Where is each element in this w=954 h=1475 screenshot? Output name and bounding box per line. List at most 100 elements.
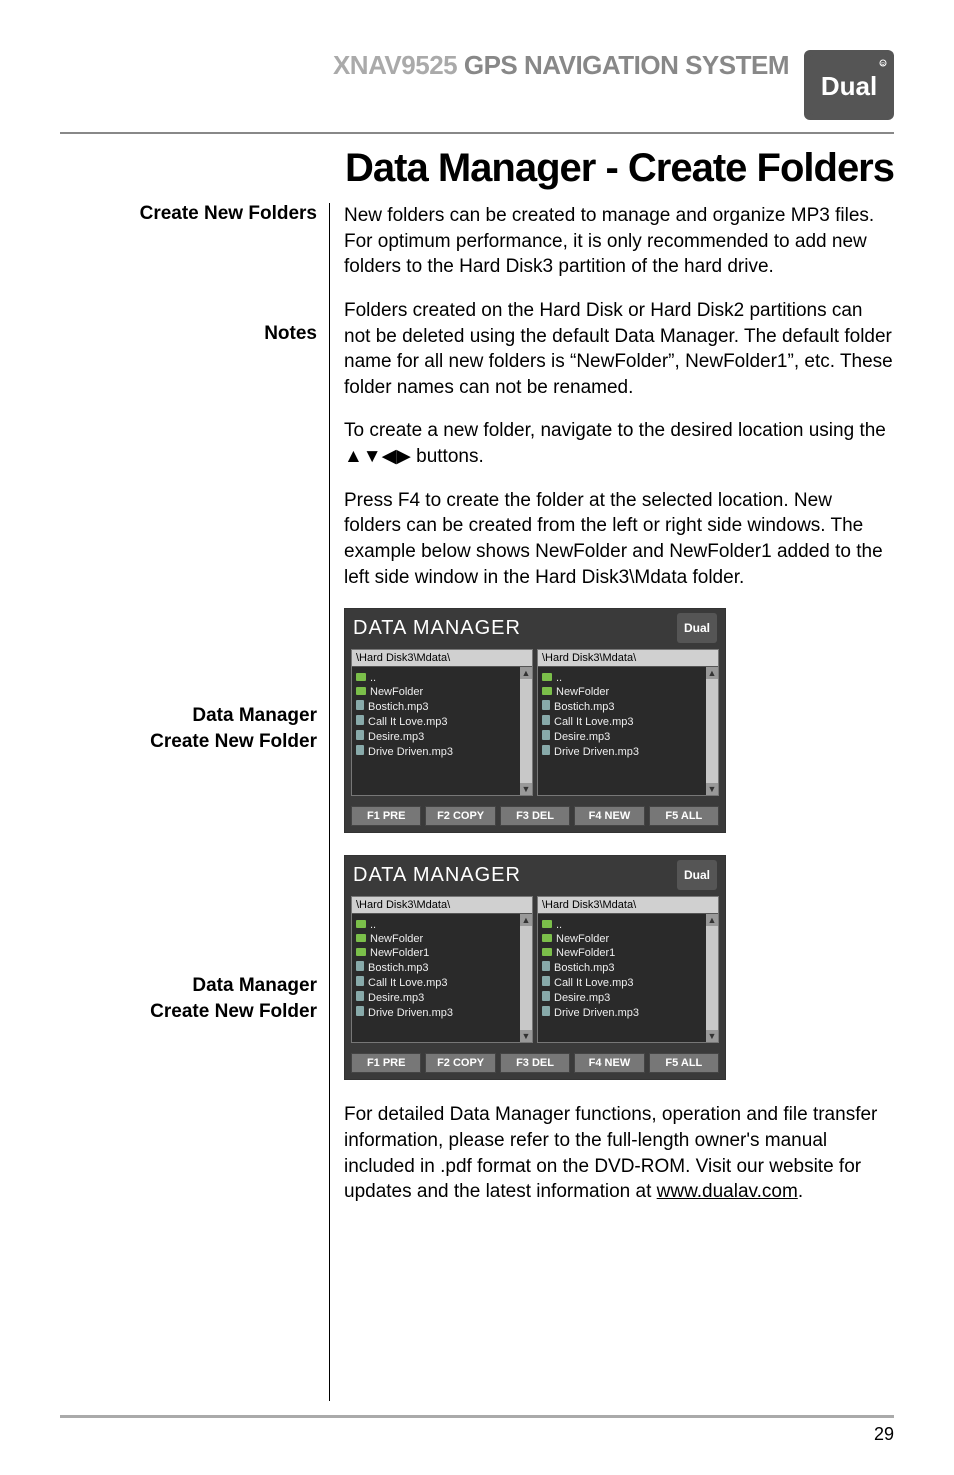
- file-icon: [356, 745, 364, 758]
- list-item[interactable]: Bostich.mp3: [356, 960, 516, 975]
- folder-icon: [542, 686, 552, 698]
- screenshot-brand-logo-1: Dual: [677, 613, 717, 643]
- right-pane-path-2: \Hard Disk3\Mdata\: [538, 897, 718, 914]
- file-icon: [542, 700, 550, 713]
- file-icon: [356, 730, 364, 743]
- list-item[interactable]: ..: [356, 918, 516, 932]
- paragraph-3: To create a new folder, navigate to the …: [344, 418, 894, 469]
- product-system: GPS NAVIGATION SYSTEM: [464, 50, 789, 80]
- file-icon: [542, 715, 550, 728]
- list-item[interactable]: NewFolder: [356, 932, 516, 946]
- list-item[interactable]: NewFolder: [356, 685, 516, 699]
- file-icon: [542, 1006, 550, 1019]
- list-item[interactable]: NewFolder: [542, 685, 702, 699]
- file-icon: [356, 1006, 364, 1019]
- footnote-link[interactable]: www.dualav.com: [657, 1181, 798, 1202]
- list-item[interactable]: Desire.mp3: [542, 729, 702, 744]
- svg-text:R: R: [881, 62, 885, 68]
- scrollbar[interactable]: ▲▼: [706, 667, 718, 795]
- folder-icon: [542, 919, 552, 931]
- folder-icon: [356, 672, 366, 684]
- list-item[interactable]: Drive Driven.mp3: [542, 1005, 702, 1020]
- list-item[interactable]: Bostich.mp3: [542, 699, 702, 714]
- label-dm1b: Create New Folder: [60, 731, 317, 753]
- file-name: Bostich.mp3: [554, 701, 615, 713]
- label-dm2b: Create New Folder: [60, 1001, 317, 1023]
- scrollbar[interactable]: ▲▼: [520, 914, 532, 1042]
- page-number: 29: [60, 1424, 894, 1445]
- list-item[interactable]: NewFolder1: [542, 946, 702, 960]
- list-item[interactable]: Call It Love.mp3: [356, 714, 516, 729]
- list-item[interactable]: Drive Driven.mp3: [356, 1005, 516, 1020]
- list-item[interactable]: Call It Love.mp3: [356, 975, 516, 990]
- f4-new-button[interactable]: F4 NEW: [574, 1053, 644, 1073]
- left-file-list-2[interactable]: .. NewFolder NewFolder1Bostich.mp3Call It …: [352, 914, 520, 1042]
- list-item[interactable]: ..: [542, 918, 702, 932]
- list-item[interactable]: NewFolder: [542, 932, 702, 946]
- list-item[interactable]: ..: [356, 671, 516, 685]
- right-file-list-2[interactable]: ..NewFolder NewFolder1Bostich.mp3Call It …: [538, 914, 706, 1042]
- f5-all-button[interactable]: F5 ALL: [649, 806, 719, 826]
- file-name: Drive Driven.mp3: [554, 1007, 639, 1019]
- left-pane-path-2: \Hard Disk3\Mdata\: [352, 897, 532, 914]
- left-pane-path-1: \Hard Disk3\Mdata\: [352, 650, 532, 667]
- list-item[interactable]: Desire.mp3: [356, 729, 516, 744]
- folder-icon: [542, 947, 552, 959]
- right-pane-2[interactable]: \Hard Disk3\Mdata\ ..NewFolder NewFolder1…: [537, 896, 719, 1043]
- folder-icon: [356, 947, 366, 959]
- file-icon: [356, 715, 364, 728]
- file-name: NewFolder: [556, 933, 609, 945]
- file-icon: [542, 976, 550, 989]
- list-item[interactable]: NewFolder1: [356, 946, 516, 960]
- file-icon: [542, 730, 550, 743]
- f4-new-button[interactable]: F4 NEW: [574, 806, 644, 826]
- file-name: Desire.mp3: [368, 731, 424, 743]
- file-name: Call It Love.mp3: [554, 716, 633, 728]
- list-item[interactable]: Bostich.mp3: [356, 699, 516, 714]
- list-item[interactable]: Call It Love.mp3: [542, 714, 702, 729]
- file-name: Call It Love.mp3: [368, 716, 447, 728]
- list-item[interactable]: Desire.mp3: [356, 990, 516, 1005]
- left-pane-1[interactable]: \Hard Disk3\Mdata\ ..NewFolderBostich.mp…: [351, 649, 533, 796]
- file-icon: [356, 961, 364, 974]
- file-name: Drive Driven.mp3: [368, 1007, 453, 1019]
- page-title: Data Manager - Create Folders: [60, 146, 894, 191]
- f3-del-button[interactable]: F3 DEL: [500, 806, 570, 826]
- label-dm1a: Data Manager: [60, 705, 317, 727]
- folder-icon: [356, 933, 366, 945]
- screenshot-title-1: DATA MANAGER: [353, 617, 521, 640]
- f1-pre-button[interactable]: F1 PRE: [351, 1053, 421, 1073]
- p3-part-b: buttons.: [411, 446, 484, 467]
- scrollbar[interactable]: ▲▼: [520, 667, 532, 795]
- file-icon: [542, 961, 550, 974]
- f3-del-button[interactable]: F3 DEL: [500, 1053, 570, 1073]
- file-name: NewFolder1: [370, 947, 429, 959]
- label-notes: Notes: [60, 323, 317, 345]
- folder-icon: [542, 933, 552, 945]
- left-file-list-1[interactable]: ..NewFolderBostich.mp3 Call It Love.mp3 De…: [352, 667, 520, 795]
- list-item[interactable]: ..: [542, 671, 702, 685]
- list-item[interactable]: Drive Driven.mp3: [356, 744, 516, 759]
- list-item[interactable]: Drive Driven.mp3: [542, 744, 702, 759]
- f1-pre-button[interactable]: F1 PRE: [351, 806, 421, 826]
- file-name: ..: [370, 919, 376, 931]
- file-name: NewFolder: [370, 933, 423, 945]
- list-item[interactable]: Desire.mp3: [542, 990, 702, 1005]
- product-model: XNAV9525: [333, 50, 457, 80]
- file-name: ..: [370, 672, 376, 684]
- footnote-text-b: .: [798, 1181, 803, 1202]
- file-name: Drive Driven.mp3: [554, 746, 639, 758]
- scrollbar[interactable]: ▲▼: [706, 914, 718, 1042]
- list-item[interactable]: Call It Love.mp3: [542, 975, 702, 990]
- folder-icon: [356, 686, 366, 698]
- left-pane-2[interactable]: \Hard Disk3\Mdata\ .. NewFolder NewFolder1…: [351, 896, 533, 1043]
- list-item[interactable]: Bostich.mp3: [542, 960, 702, 975]
- right-file-list-1[interactable]: ..NewFolder Bostich.mp3 Call It Love.mp3De…: [538, 667, 706, 795]
- file-icon: [542, 745, 550, 758]
- right-pane-1[interactable]: \Hard Disk3\Mdata\ ..NewFolderBostich.mp…: [537, 649, 719, 796]
- file-name: NewFolder1: [556, 947, 615, 959]
- f5-all-button[interactable]: F5 ALL: [649, 1053, 719, 1073]
- screenshot-brand-logo-2: Dual: [677, 860, 717, 890]
- f2-copy-button[interactable]: F2 COPY: [425, 1053, 495, 1073]
- f2-copy-button[interactable]: F2 COPY: [425, 806, 495, 826]
